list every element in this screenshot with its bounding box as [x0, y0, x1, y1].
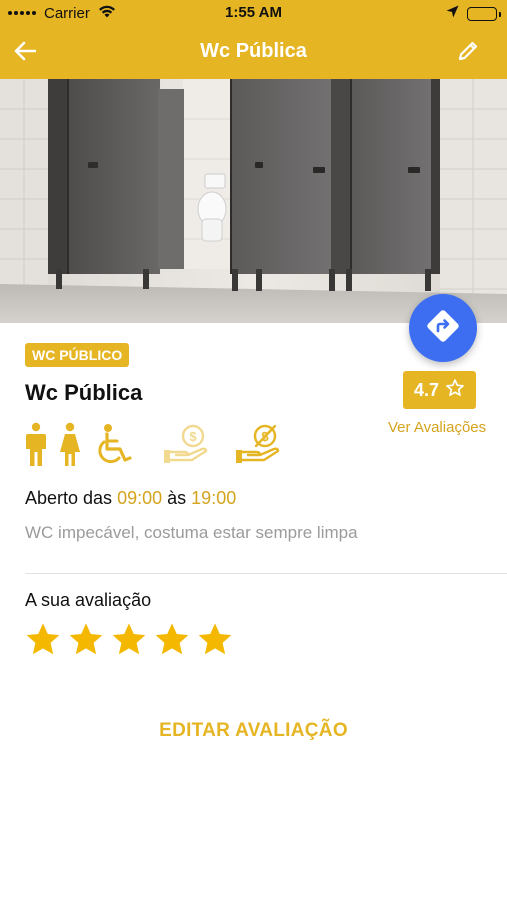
- edit-review-button[interactable]: EDITAR AVALIAÇÃO: [0, 720, 507, 742]
- page-title: Wc Pública: [200, 40, 307, 62]
- directions-icon: [426, 309, 460, 348]
- paid-icon: $: [162, 422, 210, 473]
- your-rating-label: A sua avaliação: [25, 590, 152, 610]
- place-name: Wc Pública: [25, 380, 143, 405]
- male-icon: [24, 422, 48, 473]
- app-header: Carrier 1:55 AM Wc Pública: [0, 0, 507, 79]
- place-photo: [0, 79, 507, 323]
- directions-button[interactable]: [409, 294, 477, 362]
- rating-value: 4.7: [413, 379, 440, 400]
- hours-prefix: Aberto das: [25, 488, 113, 508]
- free-icon: $: [234, 422, 282, 473]
- female-icon: [58, 422, 82, 473]
- section-divider: [25, 573, 507, 574]
- navigation-bar: Wc Pública: [0, 28, 507, 79]
- star-filled-icon[interactable]: [24, 621, 62, 659]
- category-badge: WC PÚBLICO: [25, 343, 130, 367]
- place-description: WC impecável, costuma estar sempre limpa: [25, 523, 358, 542]
- star-filled-icon[interactable]: [196, 621, 234, 659]
- location-arrow-icon: [446, 5, 459, 23]
- amenities-row: $ $: [24, 422, 294, 468]
- close-time: 19:00: [191, 488, 237, 508]
- your-rating-stars[interactable]: [24, 621, 234, 659]
- edit-place-button[interactable]: [453, 38, 483, 68]
- opening-hours: Aberto das 09:00 às 19:00: [25, 488, 236, 509]
- svg-text:$: $: [189, 429, 197, 444]
- status-indicators: [446, 5, 501, 23]
- star-outline-icon: [445, 378, 465, 403]
- star-filled-icon[interactable]: [67, 621, 105, 659]
- pencil-icon: [457, 40, 479, 67]
- star-filled-icon[interactable]: [110, 621, 148, 659]
- battery-icon: [467, 7, 501, 21]
- status-bar: Carrier 1:55 AM: [0, 0, 507, 28]
- open-time: 09:00: [117, 488, 163, 508]
- hours-mid: às: [167, 488, 187, 508]
- status-time: 1:55 AM: [225, 4, 282, 21]
- rating-badge[interactable]: 4.7: [403, 371, 476, 409]
- see-reviews-link[interactable]: Ver Avaliações: [388, 419, 486, 436]
- star-filled-icon[interactable]: [153, 621, 191, 659]
- wheelchair-accessible-icon: [95, 422, 135, 473]
